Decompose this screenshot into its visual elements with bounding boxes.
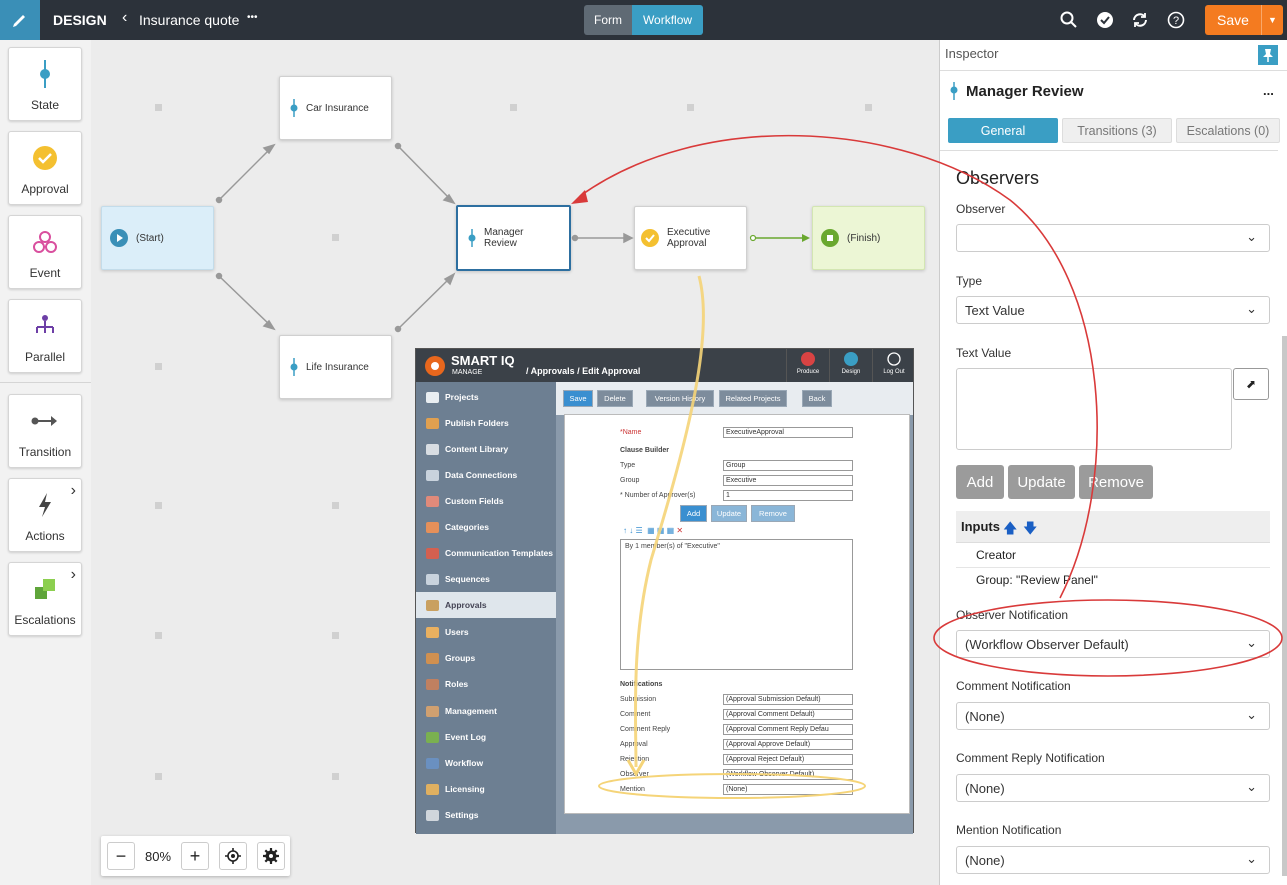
yellow-annotation <box>598 275 866 799</box>
add-button[interactable]: Add <box>956 465 1004 499</box>
comment-reply-notification-select[interactable]: (None) ⌄ <box>956 774 1270 802</box>
parallel-icon <box>9 312 81 340</box>
tool-label: Parallel <box>24 350 66 364</box>
tool-approval[interactable]: Approval <box>8 131 82 205</box>
zoom-out-button[interactable]: − <box>107 842 135 870</box>
inputs-list-item[interactable]: Group: "Review Panel" <box>956 568 1270 593</box>
inputs-header: Inputs 🡅 🡇 <box>956 511 1270 543</box>
tool-label: Escalations <box>14 613 76 627</box>
observer-notification-label: Observer Notification <box>956 608 1069 622</box>
observer-label: Observer <box>956 202 1006 216</box>
observers-section-title: Observers <box>956 168 1040 188</box>
comment-reply-notification-label: Comment Reply Notification <box>956 751 1105 765</box>
save-label: Save <box>1217 12 1249 28</box>
comment-notification-select[interactable]: (None) ⌄ <box>956 702 1270 730</box>
pin-icon[interactable] <box>1258 45 1278 65</box>
observer-notification-select[interactable]: (Workflow Observer Default) ⌄ <box>956 630 1270 658</box>
inspector-more-icon[interactable]: ... <box>1263 83 1274 98</box>
view-toggle: Form Workflow <box>584 5 703 35</box>
pencil-icon[interactable] <box>0 0 40 40</box>
event-icon <box>9 228 81 256</box>
gear-icon[interactable] <box>257 842 285 870</box>
update-button[interactable]: Update <box>1008 465 1075 499</box>
tool-transition[interactable]: Transition <box>8 394 82 468</box>
locate-icon[interactable] <box>219 842 247 870</box>
chevron-right-icon[interactable]: › <box>71 566 76 584</box>
tool-event[interactable]: Event <box>8 215 82 289</box>
chevron-down-icon: ⌄ <box>1246 635 1257 650</box>
refresh-icon[interactable] <box>1131 11 1149 29</box>
inputs-list-item[interactable]: Creator <box>956 543 1270 568</box>
inputs-title: Inputs <box>961 519 1000 534</box>
zoom-in-button[interactable]: + <box>181 842 209 870</box>
tool-label: Event <box>29 266 61 280</box>
check-circle-icon[interactable] <box>1096 11 1114 29</box>
chevron-down-icon: ⌄ <box>1246 779 1257 794</box>
search-icon[interactable] <box>1060 11 1078 29</box>
chevron-down-icon: ⌄ <box>1246 229 1257 244</box>
remove-button[interactable]: Remove <box>1079 465 1153 499</box>
comment-notification-label: Comment Notification <box>956 679 1071 693</box>
arrow-up-icon[interactable]: 🡅 <box>1003 518 1017 542</box>
tab-workflow[interactable]: Workflow <box>632 5 703 35</box>
chevron-down-icon: ⌄ <box>1246 301 1257 316</box>
tab-form[interactable]: Form <box>584 5 632 35</box>
approval-check-icon <box>9 144 81 172</box>
svg-text:?: ? <box>1173 15 1179 27</box>
toolbox: State Approval Event Parallel Transition… <box>0 40 91 885</box>
save-button[interactable]: Save ▼ <box>1205 5 1283 35</box>
breadcrumb-title[interactable]: Insurance quote <box>139 12 239 28</box>
back-chevron-icon[interactable]: ‹ <box>122 9 127 27</box>
chevron-down-icon: ⌄ <box>1246 851 1257 866</box>
tab-transitions[interactable]: Transitions (3) <box>1062 118 1172 143</box>
arrow-down-icon[interactable]: 🡇 <box>1023 518 1037 542</box>
tool-label: Transition <box>18 445 72 459</box>
inspector-title[interactable]: Manager Review <box>966 83 1084 100</box>
type-select[interactable]: Text Value ⌄ <box>956 296 1270 324</box>
tool-escalations[interactable]: › Escalations <box>8 562 82 636</box>
type-label: Type <box>956 274 983 288</box>
tool-label: Actions <box>25 529 65 543</box>
state-icon <box>950 82 958 100</box>
chevron-right-icon[interactable]: › <box>71 482 76 500</box>
mention-notification-label: Mention Notification <box>956 823 1062 837</box>
inspector-header: Inspector <box>945 46 999 61</box>
inspector-panel: Inspector Manager Review ... General Tra… <box>939 40 1287 885</box>
more-menu-icon[interactable]: ••• <box>247 12 258 23</box>
tab-general[interactable]: General <box>948 118 1058 143</box>
chevron-down-icon[interactable]: ▼ <box>1261 5 1283 35</box>
top-bar: DESIGN ‹ Insurance quote ••• Form Workfl… <box>0 0 1287 40</box>
chevron-down-icon: ⌄ <box>1246 707 1257 722</box>
tool-label: Approval <box>21 182 69 196</box>
scrollbar[interactable] <box>1282 336 1287 876</box>
text-value-textarea[interactable] <box>956 368 1232 450</box>
brand-title: DESIGN <box>53 12 107 28</box>
text-value-label: Text Value <box>956 346 1012 360</box>
workflow-canvas[interactable]: (Start) Car Insurance Life Insurance Man… <box>91 40 939 885</box>
transition-arrow-icon <box>9 407 81 435</box>
tool-label: State <box>30 98 60 112</box>
help-icon[interactable]: ? <box>1167 11 1185 29</box>
mention-notification-select[interactable]: (None) ⌄ <box>956 846 1270 874</box>
tool-state[interactable]: State <box>8 47 82 121</box>
zoom-level: 80% <box>144 848 172 864</box>
tool-parallel[interactable]: Parallel <box>8 299 82 373</box>
expand-icon[interactable]: ⬈ <box>1233 368 1269 400</box>
state-icon <box>9 60 81 88</box>
tool-actions[interactable]: › Actions <box>8 478 82 552</box>
tab-escalations[interactable]: Escalations (0) <box>1176 118 1280 143</box>
zoom-controls: − 80% + <box>101 836 290 876</box>
observer-select[interactable]: ⌄ <box>956 224 1270 252</box>
